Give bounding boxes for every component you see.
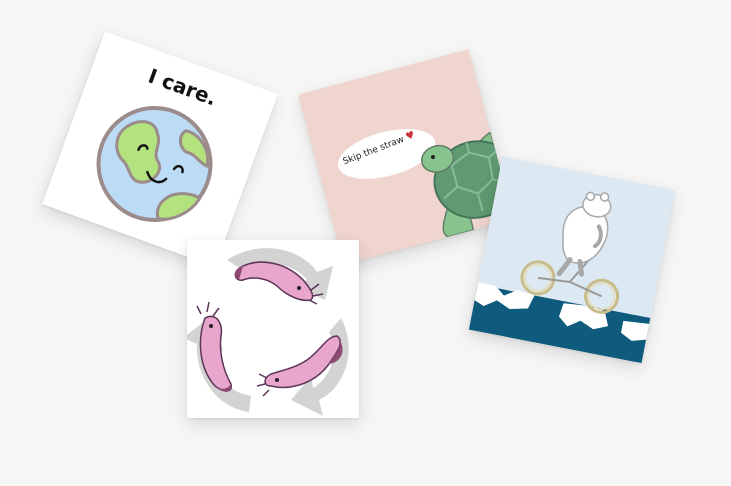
polar-bear-bicycle-icon	[468, 191, 651, 364]
sticker-collage: I care. Skip the straw ♥	[0, 0, 731, 486]
axolotl-recycle-icon	[187, 248, 349, 416]
axolotl-recycle-sticker[interactable]	[187, 240, 359, 418]
sea-turtle-icon	[337, 129, 514, 238]
polar-bear-sticker[interactable]	[468, 156, 676, 364]
earth-sticker[interactable]: I care.	[42, 31, 278, 267]
turtle-sticker[interactable]: Skip the straw ♥	[298, 49, 514, 265]
